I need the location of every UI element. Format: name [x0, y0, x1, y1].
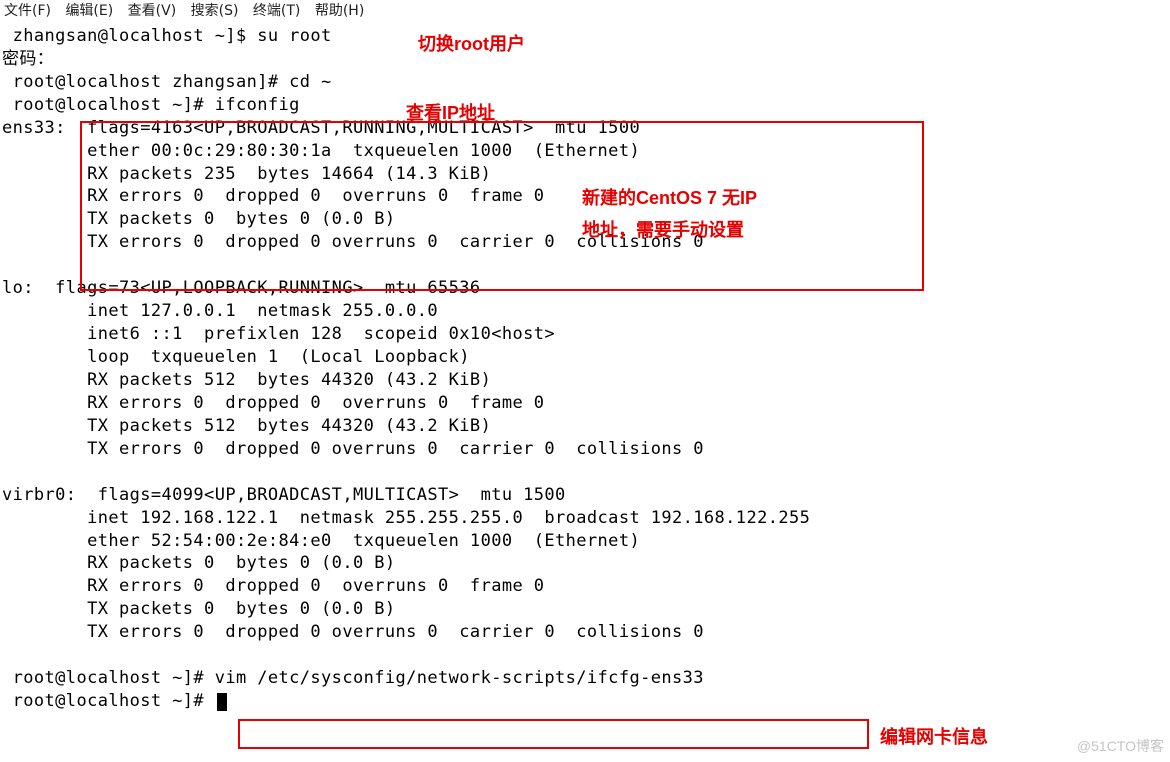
iface-lo-rxerr: RX errors 0 dropped 0 overruns 0 frame 0: [2, 393, 544, 413]
iface-virbr0-ether: ether 52:54:00:2e:84:e0 txqueuelen 1000 …: [2, 531, 640, 551]
iface-virbr0-inet: inet 192.168.122.1 netmask 255.255.255.0…: [2, 508, 810, 528]
watermark-51cto: @51CTO博客: [1077, 737, 1164, 756]
highlight-box-vim: [238, 719, 869, 749]
cmd-su-root: zhangsan@localhost ~]$ su root: [2, 26, 332, 46]
iface-ens33-flags: ens33: flags=4163<UP,BROADCAST,RUNNING,M…: [2, 118, 640, 138]
prompt-current: root@localhost ~]#: [2, 691, 215, 711]
menu-help[interactable]: 帮助(H): [315, 3, 374, 19]
cmd-vim-ifcfg: root@localhost ~]# vim /etc/sysconfig/ne…: [2, 668, 704, 688]
iface-lo-tx: TX packets 512 bytes 44320 (43.2 KiB): [2, 416, 491, 436]
iface-ens33-rx: RX packets 235 bytes 14664 (14.3 KiB): [2, 164, 491, 184]
iface-lo-loop: loop txqueuelen 1 (Local Loopback): [2, 347, 470, 367]
iface-ens33-rxerr: RX errors 0 dropped 0 overruns 0 frame 0: [2, 186, 544, 206]
iface-lo-flags: lo: flags=73<UP,LOOPBACK,RUNNING> mtu 65…: [2, 278, 481, 298]
annotation-no-ip-line1: 新建的CentOS 7 无IP: [582, 186, 757, 210]
iface-ens33-ether: ether 00:0c:29:80:30:1a txqueuelen 1000 …: [2, 141, 640, 161]
iface-lo-txerr: TX errors 0 dropped 0 overruns 0 carrier…: [2, 439, 704, 459]
terminal-output[interactable]: zhangsan@localhost ~]$ su root 密码： root@…: [0, 25, 1170, 713]
annotation-check-ip: 查看IP地址: [406, 101, 495, 125]
iface-lo-inet6: inet6 ::1 prefixlen 128 scopeid 0x10<hos…: [2, 324, 555, 344]
iface-virbr0-txerr: TX errors 0 dropped 0 overruns 0 carrier…: [2, 622, 704, 642]
iface-virbr0-rxerr: RX errors 0 dropped 0 overruns 0 frame 0: [2, 576, 544, 596]
cursor-block: [217, 693, 227, 711]
iface-ens33-tx: TX packets 0 bytes 0 (0.0 B): [2, 209, 396, 229]
menubar: 文件(F) 编辑(E) 查看(V) 搜索(S) 终端(T) 帮助(H): [0, 0, 1170, 25]
cmd-cd-home: root@localhost zhangsan]# cd ~: [2, 72, 332, 92]
menu-search[interactable]: 搜索(S): [191, 3, 249, 19]
iface-lo-rx: RX packets 512 bytes 44320 (43.2 KiB): [2, 370, 491, 390]
menu-edit[interactable]: 编辑(E): [65, 3, 123, 19]
annotation-no-ip-line2: 地址，需要手动设置: [582, 218, 744, 242]
iface-virbr0-tx: TX packets 0 bytes 0 (0.0 B): [2, 599, 396, 619]
menu-file[interactable]: 文件(F): [4, 3, 61, 19]
cmd-ifconfig: root@localhost ~]# ifconfig: [2, 95, 300, 115]
pwd-prompt: 密码：: [2, 49, 54, 69]
menu-view[interactable]: 查看(V): [128, 3, 187, 19]
annotation-switch-root: 切换root用户: [418, 32, 525, 56]
menu-terminal[interactable]: 终端(T): [253, 3, 310, 19]
iface-lo-inet: inet 127.0.0.1 netmask 255.0.0.0: [2, 301, 438, 321]
annotation-edit-nic: 编辑网卡信息: [880, 725, 988, 749]
iface-virbr0-flags: virbr0: flags=4099<UP,BROADCAST,MULTICAS…: [2, 485, 566, 505]
iface-virbr0-rx: RX packets 0 bytes 0 (0.0 B): [2, 553, 396, 573]
